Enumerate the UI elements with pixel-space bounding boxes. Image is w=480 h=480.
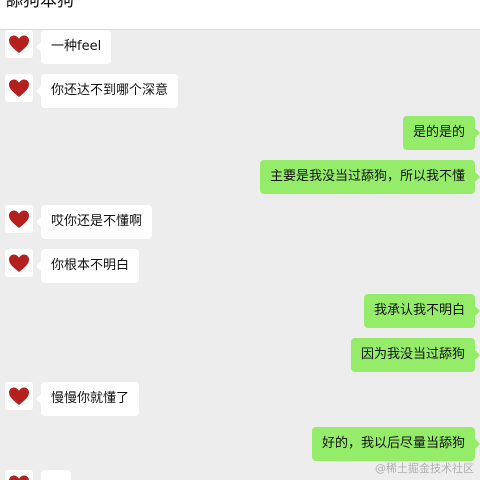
message-list[interactable]: 一种feel 你还达不到哪个深意 是的是的 主要是我没当过舔狗，所以我不懂 哎你… — [0, 30, 480, 480]
outgoing-message-bubble[interactable]: 因为我没当过舔狗 — [350, 338, 480, 372]
contact-avatar[interactable] — [5, 205, 33, 233]
contact-avatar[interactable] — [5, 74, 33, 102]
incoming-message-bubble[interactable] — [41, 470, 71, 480]
red-heart-icon — [9, 387, 29, 405]
incoming-message-bubble[interactable]: 哎你还是不懂啊 — [35, 205, 153, 239]
contact-avatar[interactable] — [5, 382, 33, 410]
outgoing-message-bubble[interactable]: 主要是我没当过舔狗，所以我不懂 — [259, 160, 480, 194]
red-heart-icon — [9, 475, 29, 480]
watermark: @稀土掘金技术社区 — [375, 462, 474, 475]
red-heart-icon — [9, 254, 29, 272]
incoming-message-bubble[interactable]: 慢慢你就懂了 — [35, 382, 140, 416]
outgoing-message-bubble[interactable]: 是的是的 — [402, 116, 480, 150]
contact-avatar[interactable] — [5, 470, 33, 480]
contact-avatar[interactable] — [5, 30, 33, 58]
red-heart-icon — [9, 210, 29, 228]
chat-title: 舔狗本狗 — [6, 0, 74, 11]
outgoing-message-bubble[interactable]: 好的，我以后尽量当舔狗 — [311, 427, 480, 461]
contact-avatar[interactable] — [5, 249, 33, 277]
red-heart-icon — [9, 35, 29, 53]
incoming-message-bubble[interactable]: 一种feel — [35, 30, 112, 64]
chat-header: 舔狗本狗 — [0, 0, 480, 30]
incoming-message-bubble[interactable]: 你根本不明白 — [35, 249, 140, 283]
outgoing-message-bubble[interactable]: 我承认我不明白 — [363, 294, 480, 328]
red-heart-icon — [9, 79, 29, 97]
incoming-message-bubble[interactable]: 你还达不到哪个深意 — [35, 74, 179, 108]
